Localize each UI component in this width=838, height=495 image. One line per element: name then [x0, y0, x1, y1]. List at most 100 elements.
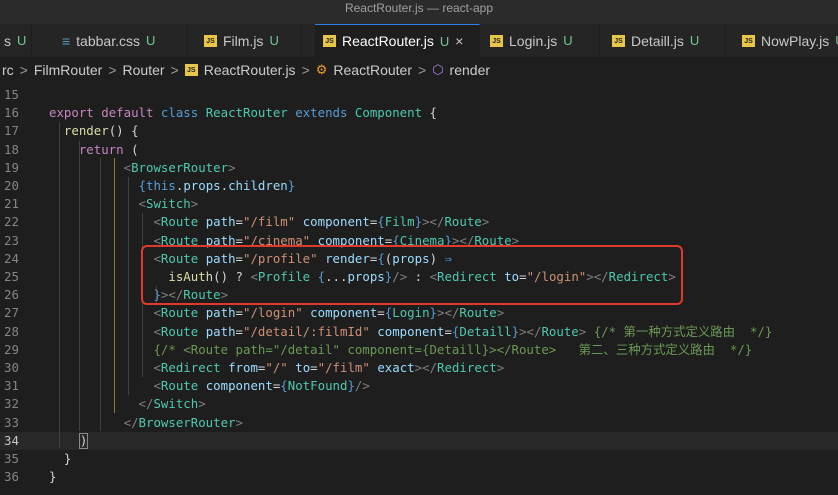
- tab-label: Login.js: [509, 32, 558, 49]
- breadcrumb-separator: >: [108, 62, 117, 78]
- js-file-icon: JS: [612, 34, 625, 47]
- line-number: 23: [4, 232, 19, 248]
- untracked-badge: U: [146, 33, 156, 48]
- code-line[interactable]: 27 <Route path="/login" component={Login…: [0, 304, 838, 322]
- css-file-icon: ≡: [62, 32, 71, 49]
- method-symbol-icon: ⬡: [432, 62, 444, 77]
- breadcrumb: rc > FilmRouter > Router > JS ReactRoute…: [0, 57, 838, 83]
- line-number: 20: [4, 178, 19, 193]
- class-symbol-icon: ⚙: [315, 62, 328, 77]
- untracked-badge: U: [269, 33, 279, 48]
- code-line[interactable]: 35 }: [0, 450, 838, 468]
- code-line[interactable]: 17 render() {: [0, 122, 838, 140]
- editor-tab-bar: s U ≡ tabbar.css U JS Film.js U JS React…: [0, 24, 838, 57]
- line-code: </Switch>: [138, 396, 206, 412]
- line-number: 21: [4, 196, 19, 212]
- code-line[interactable]: 31 <Route component={NotFound}/>: [0, 377, 838, 395]
- code-line[interactable]: 21 <Switch>: [0, 195, 838, 213]
- tab-nowplay-js[interactable]: JS NowPlay.js U: [734, 24, 838, 57]
- breadcrumb-separator: >: [19, 62, 28, 78]
- tab-label: ReactRouter.js: [342, 33, 434, 49]
- line-number: 34: [4, 432, 19, 448]
- line-code: }: [63, 451, 72, 466]
- code-line[interactable]: 28 <Route path="/detail/:filmId" compone…: [0, 323, 838, 341]
- line-number: 22: [4, 214, 19, 230]
- line-code: <Route path="/film" component={Film}></R…: [153, 214, 490, 230]
- line-number: 27: [4, 305, 19, 321]
- tab-detaill-js[interactable]: JS Detaill.js U: [604, 24, 726, 57]
- line-number: 24: [4, 250, 19, 266]
- line-number: 32: [4, 396, 19, 412]
- code-line[interactable]: 32 </Switch>: [0, 395, 838, 413]
- code-line[interactable]: 22 <Route path="/film" component={Film}>…: [0, 213, 838, 231]
- js-file-icon: JS: [742, 34, 755, 47]
- line-number: 31: [4, 378, 19, 394]
- tab-label: tabbar.css: [76, 32, 140, 49]
- breadcrumb-separator: >: [301, 62, 310, 78]
- line-number: 15: [4, 87, 19, 102]
- breadcrumb-item-src[interactable]: rc: [2, 62, 14, 78]
- tab-partial[interactable]: s U: [0, 24, 32, 57]
- js-file-icon: JS: [184, 64, 198, 76]
- line-code: </BrowserRouter>: [123, 414, 243, 430]
- tab-film-js[interactable]: JS Film.js U: [196, 24, 302, 57]
- js-file-icon: JS: [204, 34, 217, 47]
- code-editor[interactable]: 15 16 export default class ReactRouter ext…: [0, 86, 838, 495]
- breadcrumb-item-class[interactable]: ReactRouter: [333, 62, 412, 78]
- code-line[interactable]: 18 return (: [0, 141, 838, 159]
- js-file-icon: JS: [490, 34, 503, 47]
- line-number: 30: [4, 360, 19, 375]
- tab-label: NowPlay.js: [761, 32, 830, 49]
- line-code: {/* <Route path="/detail" component={Det…: [153, 341, 753, 357]
- line-code: <Route path="/login" component={Login}><…: [153, 305, 505, 321]
- line-code: ): [78, 432, 89, 449]
- breadcrumb-separator: >: [170, 62, 179, 78]
- code-line[interactable]: 15: [0, 86, 838, 104]
- line-code: <Route component={NotFound}/>: [153, 378, 370, 394]
- code-line[interactable]: 36}: [0, 468, 838, 486]
- line-number: 26: [4, 287, 19, 303]
- line-code: export default class ReactRouter extends…: [49, 105, 437, 121]
- line-number: 17: [4, 123, 19, 139]
- code-line[interactable]: 34 ): [0, 432, 838, 450]
- untracked-badge: U: [17, 33, 27, 48]
- close-icon[interactable]: ×: [455, 33, 463, 49]
- breadcrumb-separator: >: [418, 62, 427, 78]
- line-code: <Switch>: [138, 196, 199, 212]
- tab-label: Film.js: [223, 32, 264, 49]
- annotation-highlight-box: [141, 245, 683, 305]
- untracked-badge: U: [563, 33, 573, 48]
- tab-tabbar-css[interactable]: ≡ tabbar.css U: [54, 24, 188, 57]
- untracked-badge: U: [689, 33, 700, 48]
- untracked-badge: U: [439, 33, 450, 49]
- line-code: }: [49, 469, 57, 485]
- code-line[interactable]: 29 {/* <Route path="/detail" component={…: [0, 341, 838, 359]
- line-number: 36: [4, 469, 19, 485]
- line-number: 28: [4, 323, 19, 339]
- line-number: 25: [4, 269, 19, 284]
- tab-login-js[interactable]: JS Login.js U: [482, 24, 600, 57]
- breadcrumb-item-filmrouter[interactable]: FilmRouter: [34, 62, 102, 78]
- breadcrumb-item-method[interactable]: render: [450, 62, 490, 78]
- window-title: ReactRouter.js — react-app: [0, 0, 838, 24]
- tab-label: Detaill.js: [631, 32, 684, 49]
- tab-reactrouter-js[interactable]: JS ReactRouter.js U ×: [315, 24, 480, 57]
- code-line[interactable]: 16 export default class ReactRouter exten…: [0, 104, 838, 122]
- tab-label: s: [4, 32, 11, 49]
- line-number: 19: [4, 159, 19, 175]
- line-code: {this.props.children}: [138, 178, 296, 193]
- breadcrumb-item-router[interactable]: Router: [123, 62, 165, 78]
- line-code: render() {: [63, 123, 139, 139]
- line-number: 35: [4, 451, 19, 466]
- line-code: <Redirect from="/" to="/film" exact></Re…: [153, 360, 505, 375]
- code-line[interactable]: 19 <BrowserRouter>: [0, 159, 838, 177]
- line-code: return (: [78, 141, 139, 157]
- js-file-icon: JS: [323, 35, 336, 47]
- line-number: 16: [4, 105, 19, 121]
- code-line[interactable]: 30 <Redirect from="/" to="/film" exact><…: [0, 359, 838, 377]
- code-line[interactable]: 20 {this.props.children}: [0, 177, 838, 195]
- breadcrumb-item-file[interactable]: ReactRouter.js: [204, 62, 296, 78]
- line-number: 18: [4, 141, 19, 157]
- line-number: 33: [4, 414, 19, 430]
- code-line[interactable]: 33 </BrowserRouter>: [0, 414, 838, 432]
